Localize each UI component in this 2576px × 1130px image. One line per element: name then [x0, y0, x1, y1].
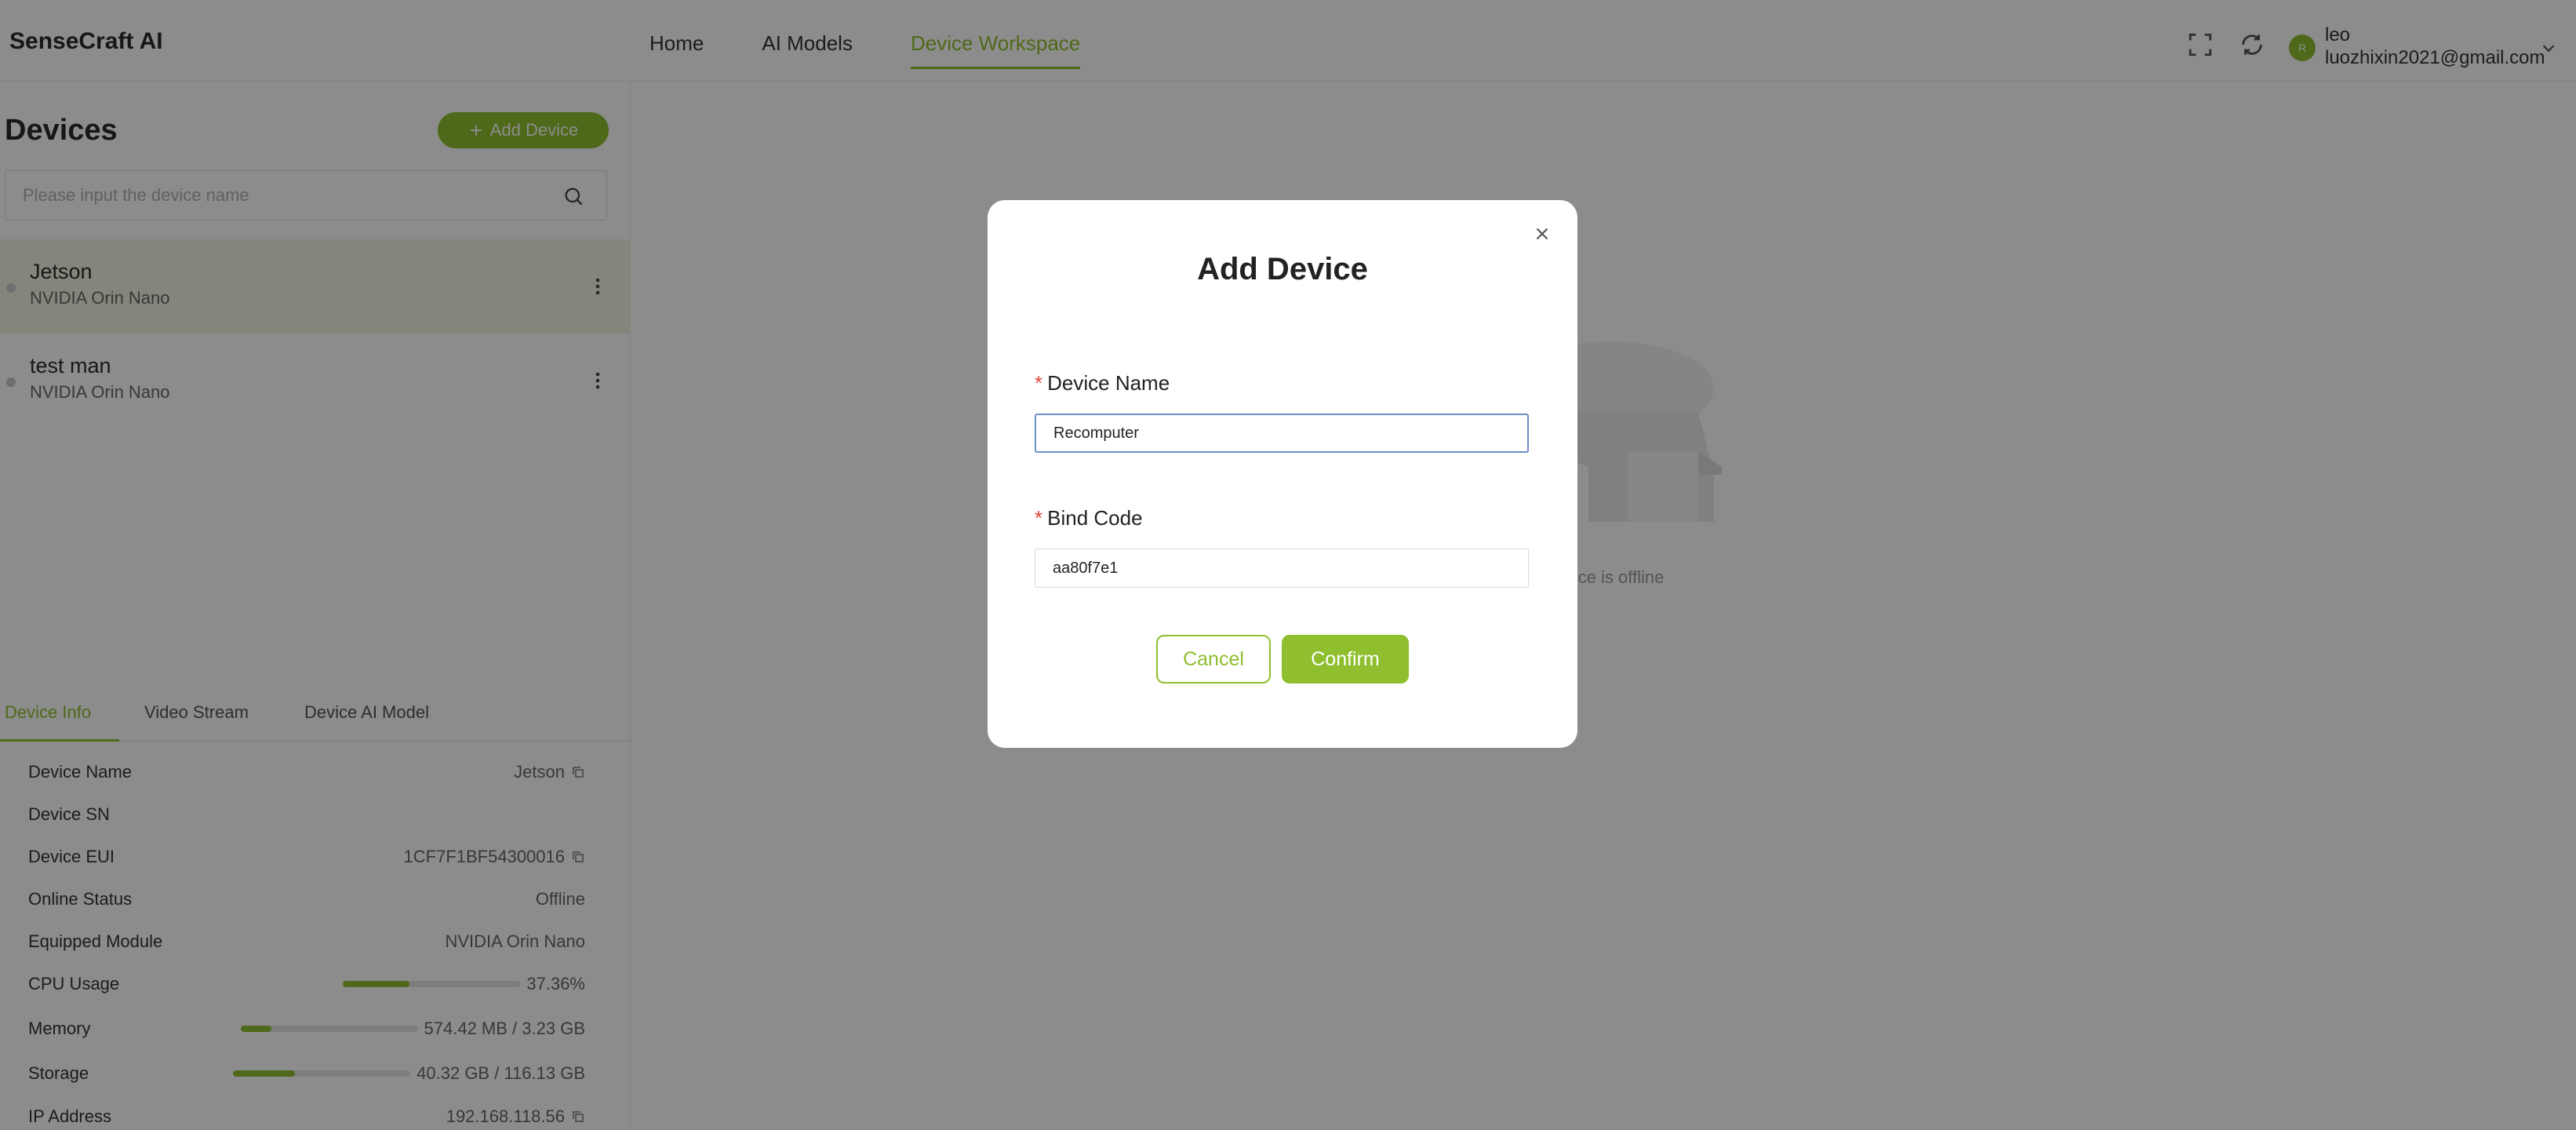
bind-code-label-text: Bind Code	[1047, 506, 1143, 530]
required-marker: *	[1035, 371, 1043, 395]
dialog-title: Add Device	[1197, 252, 1368, 286]
close-icon[interactable]	[1532, 224, 1552, 244]
device-name-label: * Device Name	[1035, 371, 1170, 396]
device-name-field[interactable]	[1035, 414, 1529, 453]
confirm-button[interactable]: Confirm	[1282, 635, 1409, 683]
add-device-dialog: Add Device *Device Name *Bind Code Cance…	[988, 200, 1577, 748]
required-marker: *	[1035, 506, 1043, 530]
bind-code-label: * Bind Code	[1035, 506, 1143, 530]
device-name-label-text: Device Name	[1047, 371, 1170, 395]
bind-code-field[interactable]	[1035, 549, 1529, 588]
cancel-button[interactable]: Cancel	[1156, 635, 1271, 683]
